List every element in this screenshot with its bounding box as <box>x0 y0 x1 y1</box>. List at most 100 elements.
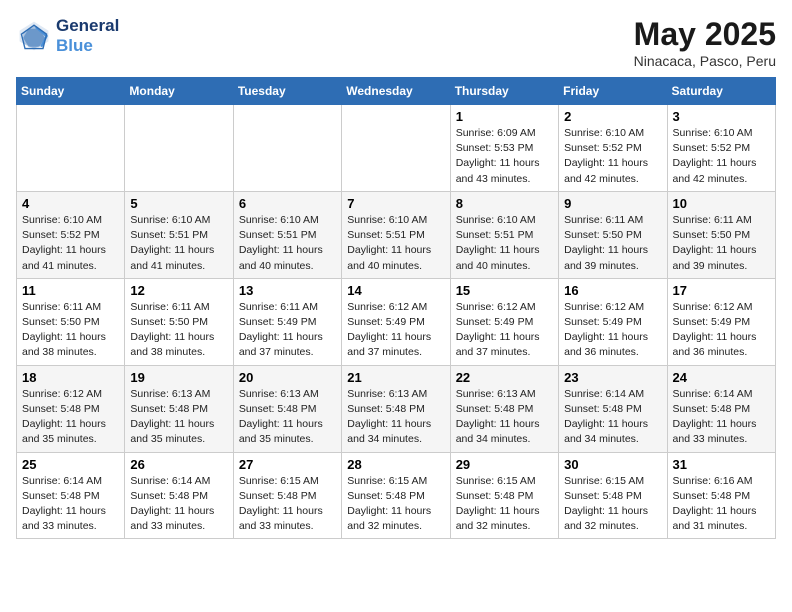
calendar-cell: 28 Sunrise: 6:15 AM Sunset: 5:48 PM Dayli… <box>342 452 450 539</box>
day-info: Sunrise: 6:14 AM Sunset: 5:48 PM Dayligh… <box>130 474 227 535</box>
calendar-cell: 27 Sunrise: 6:15 AM Sunset: 5:48 PM Dayli… <box>233 452 341 539</box>
logo: General Blue <box>16 16 119 56</box>
day-header-friday: Friday <box>559 78 667 105</box>
logo-icon <box>16 18 52 54</box>
calendar-cell: 1 Sunrise: 6:09 AM Sunset: 5:53 PM Daylig… <box>450 105 558 192</box>
day-info: Sunrise: 6:16 AM Sunset: 5:48 PM Dayligh… <box>673 474 770 535</box>
day-info: Sunrise: 6:15 AM Sunset: 5:48 PM Dayligh… <box>239 474 336 535</box>
calendar-cell: 18 Sunrise: 6:12 AM Sunset: 5:48 PM Dayli… <box>17 365 125 452</box>
calendar-cell: 13 Sunrise: 6:11 AM Sunset: 5:49 PM Dayli… <box>233 278 341 365</box>
day-number: 14 <box>347 283 444 298</box>
calendar-cell: 2Sunrise: 6:10 AM Sunset: 5:52 PM Daylig… <box>559 105 667 192</box>
day-number: 26 <box>130 457 227 472</box>
day-info: Sunrise: 6:13 AM Sunset: 5:48 PM Dayligh… <box>456 387 553 448</box>
day-info: Sunrise: 6:11 AM Sunset: 5:50 PM Dayligh… <box>564 213 661 274</box>
day-number: 28 <box>347 457 444 472</box>
calendar-cell <box>17 105 125 192</box>
day-info: Sunrise: 6:10 AM Sunset: 5:51 PM Dayligh… <box>347 213 444 274</box>
day-info: Sunrise: 6:12 AM Sunset: 5:49 PM Dayligh… <box>673 300 770 361</box>
calendar-cell: 25 Sunrise: 6:14 AM Sunset: 5:48 PM Dayli… <box>17 452 125 539</box>
day-number: 24 <box>673 370 770 385</box>
day-info: Sunrise: 6:10 AM Sunset: 5:51 PM Dayligh… <box>130 213 227 274</box>
day-number: 7 <box>347 196 444 211</box>
day-number: 9 <box>564 196 661 211</box>
day-number: 23 <box>564 370 661 385</box>
day-info: Sunrise: 6:11 AM Sunset: 5:50 PM Dayligh… <box>673 213 770 274</box>
calendar-header-row: SundayMondayTuesdayWednesdayThursdayFrid… <box>17 78 776 105</box>
calendar-table: SundayMondayTuesdayWednesdayThursdayFrid… <box>16 77 776 539</box>
calendar-cell: 22 Sunrise: 6:13 AM Sunset: 5:48 PM Dayli… <box>450 365 558 452</box>
calendar-cell: 30 Sunrise: 6:15 AM Sunset: 5:48 PM Dayli… <box>559 452 667 539</box>
calendar-cell: 23 Sunrise: 6:14 AM Sunset: 5:48 PM Dayli… <box>559 365 667 452</box>
day-number: 17 <box>673 283 770 298</box>
calendar-cell: 26 Sunrise: 6:14 AM Sunset: 5:48 PM Dayli… <box>125 452 233 539</box>
day-info: Sunrise: 6:12 AM Sunset: 5:49 PM Dayligh… <box>347 300 444 361</box>
day-number: 5 <box>130 196 227 211</box>
page-subtitle: Ninacaca, Pasco, Peru <box>634 53 776 69</box>
day-number: 27 <box>239 457 336 472</box>
day-number: 18 <box>22 370 119 385</box>
day-info: Sunrise: 6:09 AM Sunset: 5:53 PM Dayligh… <box>456 126 553 187</box>
calendar-cell: 17 Sunrise: 6:12 AM Sunset: 5:49 PM Dayli… <box>667 278 775 365</box>
day-info: Sunrise: 6:10 AM Sunset: 5:52 PM Dayligh… <box>22 213 119 274</box>
logo-text: General Blue <box>56 16 119 56</box>
day-number: 13 <box>239 283 336 298</box>
day-header-wednesday: Wednesday <box>342 78 450 105</box>
day-info: Sunrise: 6:12 AM Sunset: 5:48 PM Dayligh… <box>22 387 119 448</box>
day-number: 1 <box>456 109 553 124</box>
day-info: Sunrise: 6:10 AM Sunset: 5:52 PM Dayligh… <box>564 126 661 187</box>
day-number: 3 <box>673 109 770 124</box>
calendar-week-row: 4 Sunrise: 6:10 AM Sunset: 5:52 PM Daylig… <box>17 191 776 278</box>
day-number: 10 <box>673 196 770 211</box>
day-info: Sunrise: 6:15 AM Sunset: 5:48 PM Dayligh… <box>564 474 661 535</box>
day-info: Sunrise: 6:14 AM Sunset: 5:48 PM Dayligh… <box>22 474 119 535</box>
day-number: 15 <box>456 283 553 298</box>
calendar-cell <box>233 105 341 192</box>
day-info: Sunrise: 6:10 AM Sunset: 5:51 PM Dayligh… <box>456 213 553 274</box>
page-header: General Blue May 2025 Ninacaca, Pasco, P… <box>16 16 776 69</box>
calendar-cell: 20 Sunrise: 6:13 AM Sunset: 5:48 PM Dayli… <box>233 365 341 452</box>
calendar-cell: 6 Sunrise: 6:10 AM Sunset: 5:51 PM Daylig… <box>233 191 341 278</box>
day-number: 19 <box>130 370 227 385</box>
day-number: 4 <box>22 196 119 211</box>
calendar-cell: 5 Sunrise: 6:10 AM Sunset: 5:51 PM Daylig… <box>125 191 233 278</box>
calendar-cell: 7 Sunrise: 6:10 AM Sunset: 5:51 PM Daylig… <box>342 191 450 278</box>
day-header-sunday: Sunday <box>17 78 125 105</box>
day-info: Sunrise: 6:15 AM Sunset: 5:48 PM Dayligh… <box>347 474 444 535</box>
calendar-cell: 21Sunrise: 6:13 AM Sunset: 5:48 PM Dayli… <box>342 365 450 452</box>
calendar-week-row: 18 Sunrise: 6:12 AM Sunset: 5:48 PM Dayli… <box>17 365 776 452</box>
day-info: Sunrise: 6:14 AM Sunset: 5:48 PM Dayligh… <box>564 387 661 448</box>
calendar-cell: 8 Sunrise: 6:10 AM Sunset: 5:51 PM Daylig… <box>450 191 558 278</box>
day-number: 25 <box>22 457 119 472</box>
day-number: 22 <box>456 370 553 385</box>
day-header-tuesday: Tuesday <box>233 78 341 105</box>
day-header-thursday: Thursday <box>450 78 558 105</box>
day-number: 6 <box>239 196 336 211</box>
day-number: 11 <box>22 283 119 298</box>
day-info: Sunrise: 6:12 AM Sunset: 5:49 PM Dayligh… <box>564 300 661 361</box>
day-info: Sunrise: 6:11 AM Sunset: 5:50 PM Dayligh… <box>130 300 227 361</box>
day-number: 31 <box>673 457 770 472</box>
day-number: 20 <box>239 370 336 385</box>
day-info: Sunrise: 6:10 AM Sunset: 5:52 PM Dayligh… <box>673 126 770 187</box>
calendar-cell: 10 Sunrise: 6:11 AM Sunset: 5:50 PM Dayli… <box>667 191 775 278</box>
calendar-week-row: 1 Sunrise: 6:09 AM Sunset: 5:53 PM Daylig… <box>17 105 776 192</box>
calendar-cell: 16Sunrise: 6:12 AM Sunset: 5:49 PM Dayli… <box>559 278 667 365</box>
day-info: Sunrise: 6:11 AM Sunset: 5:50 PM Dayligh… <box>22 300 119 361</box>
calendar-cell: 24Sunrise: 6:14 AM Sunset: 5:48 PM Dayli… <box>667 365 775 452</box>
day-info: Sunrise: 6:12 AM Sunset: 5:49 PM Dayligh… <box>456 300 553 361</box>
day-number: 21 <box>347 370 444 385</box>
day-info: Sunrise: 6:13 AM Sunset: 5:48 PM Dayligh… <box>239 387 336 448</box>
day-info: Sunrise: 6:10 AM Sunset: 5:51 PM Dayligh… <box>239 213 336 274</box>
calendar-cell: 12Sunrise: 6:11 AM Sunset: 5:50 PM Dayli… <box>125 278 233 365</box>
day-number: 8 <box>456 196 553 211</box>
calendar-cell <box>125 105 233 192</box>
calendar-cell: 29Sunrise: 6:15 AM Sunset: 5:48 PM Dayli… <box>450 452 558 539</box>
page-title: May 2025 <box>634 16 776 53</box>
calendar-cell: 11 Sunrise: 6:11 AM Sunset: 5:50 PM Dayli… <box>17 278 125 365</box>
calendar-cell: 31 Sunrise: 6:16 AM Sunset: 5:48 PM Dayli… <box>667 452 775 539</box>
day-info: Sunrise: 6:15 AM Sunset: 5:48 PM Dayligh… <box>456 474 553 535</box>
day-info: Sunrise: 6:11 AM Sunset: 5:49 PM Dayligh… <box>239 300 336 361</box>
day-header-monday: Monday <box>125 78 233 105</box>
day-number: 30 <box>564 457 661 472</box>
